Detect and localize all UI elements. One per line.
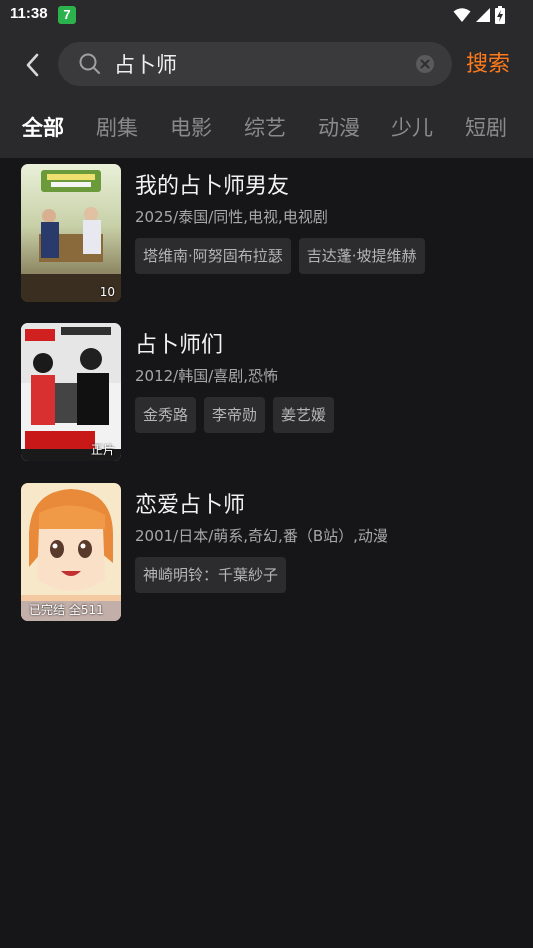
result-meta: 2001/日本/萌系,奇幻,番（B站）,动漫 (135, 527, 388, 545)
episode-badge: 正片 (90, 443, 115, 457)
tab-variety[interactable]: 综艺 (244, 112, 286, 142)
cast-tags: 塔维南·阿努固布拉瑟 吉达蓬·坡提维赫 (135, 238, 425, 274)
tab-movies[interactable]: 电影 (170, 112, 212, 142)
category-tabs: 全部 剧集 电影 综艺 动漫 少儿 短剧 (0, 108, 533, 148)
result-meta: 2012/韩国/喜剧,恐怖 (135, 367, 279, 385)
cast-tags: 金秀路 李帝勋 姜艺媛 (135, 397, 335, 433)
episode-badge: 10 (99, 285, 115, 299)
status-icons (453, 6, 505, 24)
result-title[interactable]: 我的占卜师男友 (135, 168, 289, 200)
cast-tag[interactable]: 姜艺媛 (273, 397, 335, 433)
tab-kids[interactable]: 少儿 (391, 112, 433, 142)
cast-tag[interactable]: 神崎明铃：千葉紗子 (135, 557, 287, 593)
result-title[interactable]: 恋爱占卜师 (135, 487, 245, 519)
search-input[interactable] (114, 49, 404, 79)
search-box[interactable] (58, 42, 452, 86)
status-time: 11:38 (10, 5, 48, 22)
poster-image[interactable]: 10 (21, 164, 121, 302)
poster-image[interactable]: 正片 (21, 323, 121, 461)
status-bar: 11:38 7 (0, 0, 533, 30)
cast-tag[interactable]: 金秀路 (135, 397, 197, 433)
tab-short-drama[interactable]: 短剧 (465, 112, 507, 142)
search-icon (79, 53, 100, 74)
result-item[interactable]: 10 我的占卜师男友 2025/泰国/同性,电视,电视剧 塔维南·阿努固布拉瑟 … (0, 164, 533, 304)
clear-icon[interactable] (415, 54, 435, 74)
tab-anime[interactable]: 动漫 (318, 112, 360, 142)
tab-all[interactable]: 全部 (22, 112, 64, 142)
poster-image[interactable]: 已完结 全511 (21, 483, 121, 621)
result-item[interactable]: 正片 占卜师们 2012/韩国/喜剧,恐怖 金秀路 李帝勋 姜艺媛 (0, 323, 533, 463)
battery-icon (495, 6, 505, 24)
search-button[interactable]: 搜索 (466, 46, 510, 78)
chevron-left-icon[interactable] (20, 50, 46, 80)
cast-tags: 神崎明铃：千葉紗子 (135, 557, 287, 593)
result-meta: 2025/泰国/同性,电视,电视剧 (135, 208, 328, 226)
result-item[interactable]: 已完结 全511 恋爱占卜师 2001/日本/萌系,奇幻,番（B站）,动漫 神崎… (0, 483, 533, 623)
wifi-icon (453, 8, 471, 22)
signal-icon (476, 8, 490, 22)
search-header: 搜索 全部 剧集 电影 综艺 动漫 少儿 短剧 (0, 30, 533, 158)
cast-tag[interactable]: 李帝勋 (204, 397, 266, 433)
result-title[interactable]: 占卜师们 (135, 327, 223, 359)
poster-art (21, 164, 121, 302)
tab-series[interactable]: 剧集 (96, 112, 138, 142)
cast-tag[interactable]: 塔维南·阿努固布拉瑟 (135, 238, 291, 274)
episode-badge: 已完结 全511 (29, 603, 104, 617)
cast-tag[interactable]: 吉达蓬·坡提维赫 (298, 238, 425, 274)
notification-badge: 7 (58, 6, 76, 24)
